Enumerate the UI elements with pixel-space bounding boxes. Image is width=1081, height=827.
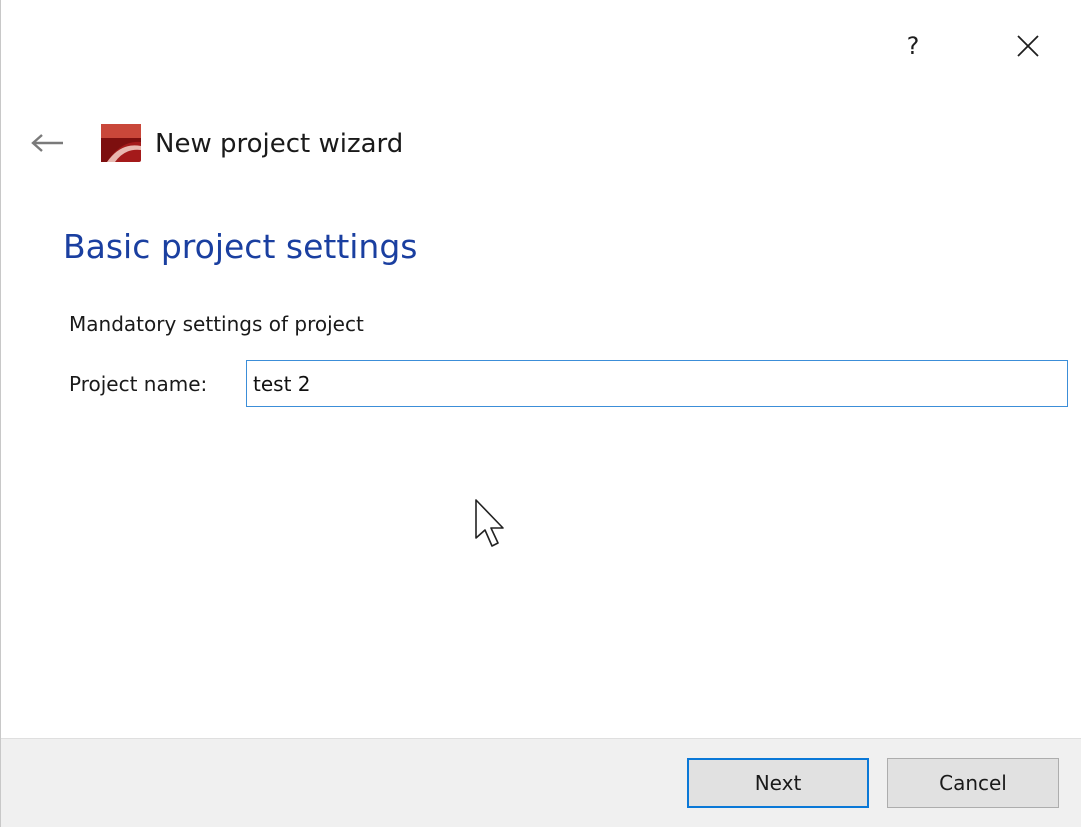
- project-name-label: Project name:: [69, 372, 208, 396]
- wizard-title: New project wizard: [155, 129, 404, 159]
- help-button[interactable]: ?: [889, 22, 937, 70]
- close-icon: [1017, 35, 1039, 57]
- mouse-cursor-icon: [475, 499, 504, 547]
- section-label: Mandatory settings of project: [69, 312, 364, 336]
- next-button[interactable]: Next: [687, 758, 869, 808]
- page-heading: Basic project settings: [63, 227, 418, 266]
- cancel-button[interactable]: Cancel: [887, 758, 1059, 808]
- wizard-dialog: ? New project wizard Basic project setti…: [0, 0, 1081, 827]
- back-arrow-icon: [31, 134, 63, 152]
- project-name-input[interactable]: [246, 360, 1068, 407]
- close-button[interactable]: [1004, 22, 1052, 70]
- help-icon: ?: [906, 32, 920, 60]
- app-logo-icon: [101, 124, 141, 162]
- back-button[interactable]: [27, 128, 67, 158]
